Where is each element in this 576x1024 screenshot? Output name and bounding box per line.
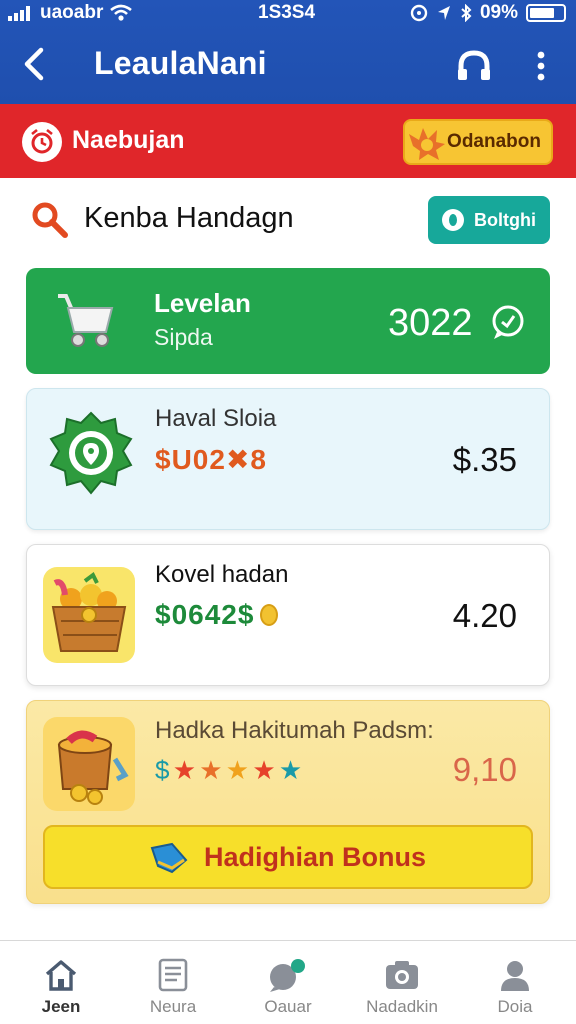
nav-label: Jeen [41, 997, 81, 1016]
nav-label: Neura [149, 997, 197, 1016]
offer-card-level[interactable]: Levelan Sipda 3022 [26, 268, 550, 374]
nav-label: Doia [497, 997, 533, 1016]
app-bar: uaoabr 1S3S4 09% LeaulaNani [0, 0, 576, 104]
promo-banner: Naebujan Odanabon [0, 104, 576, 178]
signal-icon [8, 6, 30, 21]
nav-item-chat[interactable]: Oauar [233, 941, 343, 1024]
person-icon [501, 961, 529, 991]
card-amount: 3022 [388, 302, 473, 344]
offer-card-hadka: Hadka Hakitumah Padsm: $ ★ ★ ★ ★ ★ 9,10 … [26, 700, 550, 904]
bottom-nav: Jeen Neura Oauar Nadadkin Doia [0, 940, 576, 1024]
nav-label: Oauar [264, 997, 312, 1016]
section-action-button[interactable]: Boltghi [428, 196, 550, 244]
status-time: 1S3S4 [258, 2, 316, 23]
battery-icon [526, 4, 566, 22]
star-1: $ [155, 755, 170, 785]
status-right: 09% [410, 2, 566, 24]
battery-percent: 09% [479, 2, 518, 23]
chat-icon [270, 959, 305, 992]
back-arrow-icon [24, 47, 44, 81]
nav-item-camera[interactable]: Nadadkin [347, 941, 457, 1024]
star-2: ★ [172, 755, 196, 785]
star-4: ★ [225, 755, 249, 785]
section-header: Kenba Handagn Boltghi [0, 178, 576, 268]
headphones-icon [458, 50, 490, 80]
nav-item-profile[interactable]: Doia [460, 941, 570, 1024]
wifi-icon [110, 4, 133, 21]
section-button-label: Boltghi [474, 209, 536, 230]
nav-item-home[interactable]: Jeen [6, 941, 116, 1024]
document-icon [158, 958, 188, 992]
banner-action-button[interactable]: Odanabon [403, 119, 553, 165]
offer-card-kovel[interactable]: Kovel hadan $0642$ 4.20 [26, 544, 550, 686]
tag-icon [150, 842, 188, 874]
card-subtitle: Sipda [154, 324, 213, 350]
card-title: Hadka Hakitumah Padsm: [155, 717, 434, 744]
home-icon [45, 960, 77, 991]
more-options-button[interactable] [526, 44, 556, 88]
coin-icon [260, 604, 279, 626]
bluetooth-icon [461, 4, 472, 22]
bonus-button[interactable]: Hadighian Bonus [43, 825, 533, 889]
cart-icon [58, 294, 114, 347]
chat-bubble-icon [492, 305, 524, 339]
carrier-name: uaoabr [40, 2, 104, 23]
banner-title: Naebujan [72, 126, 185, 154]
location-badge-icon [49, 411, 133, 495]
offer-card-haval[interactable]: Haval Sloia $U02✖8 $.35 [26, 388, 550, 530]
bonus-button-label: Hadighian Bonus [204, 841, 426, 872]
star-6: ★ [278, 755, 302, 785]
card-title: Levelan [154, 288, 251, 318]
app-title: LeaulaNani [94, 45, 267, 81]
card-price: 4.20 [452, 597, 517, 634]
card-code: $U02✖8 [155, 444, 267, 475]
card-code-row: $0642$ [155, 599, 279, 631]
alarm-clock-icon [22, 122, 62, 162]
section-title: Kenba Handagn [84, 202, 294, 234]
status-bar: uaoabr 1S3S4 09% [0, 0, 576, 26]
card-price: 9,10 [452, 751, 517, 788]
card-title: Haval Sloia [155, 405, 277, 432]
alarm-icon [410, 4, 428, 22]
treasure-pot-icon [43, 717, 135, 811]
flame-icon [409, 128, 445, 160]
status-left: uaoabr [8, 2, 133, 24]
headphones-button[interactable] [452, 44, 496, 88]
search-icon[interactable] [30, 200, 70, 240]
star-5: ★ [252, 755, 275, 785]
card-code: $0642$ [155, 599, 255, 630]
back-button[interactable] [14, 42, 54, 86]
banner-button-label: Odanabon [447, 131, 541, 152]
fruit-basket-icon [43, 567, 135, 663]
location-icon [437, 6, 450, 20]
pin-icon [442, 209, 464, 231]
card-price: $.35 [452, 441, 517, 478]
nav-item-news[interactable]: Neura [118, 941, 228, 1024]
nav-label: Nadadkin [366, 997, 438, 1016]
camera-icon [386, 961, 418, 989]
more-vertical-icon [537, 51, 545, 81]
card-title: Kovel hadan [155, 561, 289, 588]
rating-stars: $ ★ ★ ★ ★ ★ [155, 755, 302, 786]
main-content: Kenba Handagn Boltghi Levelan Sipda 3022 [0, 178, 576, 940]
star-3: ★ [199, 755, 222, 785]
